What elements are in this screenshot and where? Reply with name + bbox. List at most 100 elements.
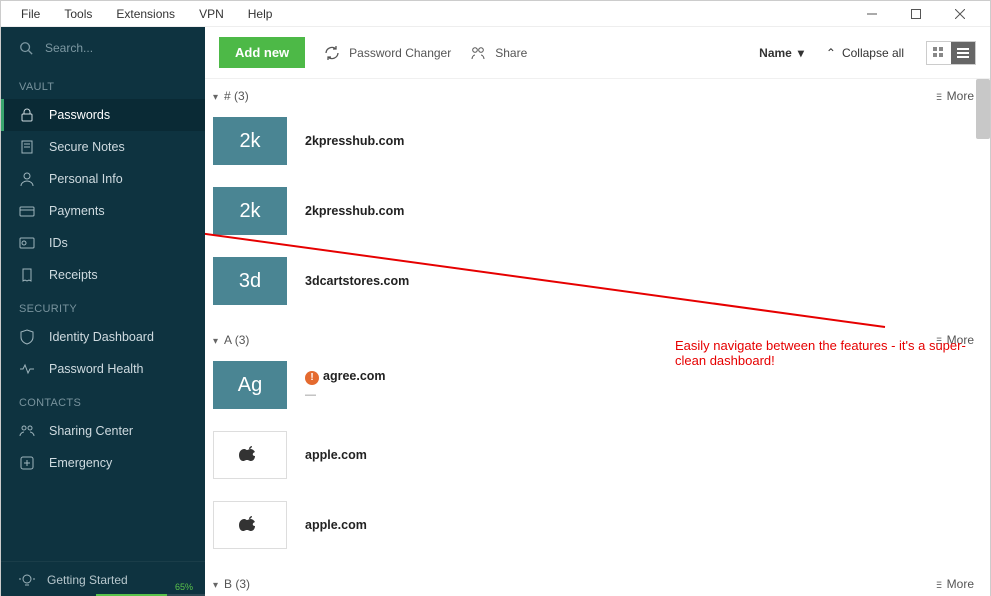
share-label: Share [495, 46, 527, 60]
sidebar-item-label: Sharing Center [49, 424, 133, 438]
card-icon [19, 203, 35, 219]
sidebar-item-label: Identity Dashboard [49, 330, 154, 344]
group-label: # (3) [224, 89, 249, 103]
sidebar-item-label: Secure Notes [49, 140, 125, 154]
id-icon [19, 235, 35, 251]
entries-list: # (3) More 2k 2kpresshub.com 2k 2kpressh… [205, 79, 990, 596]
collapse-label: Collapse all [842, 46, 904, 60]
entry-name: apple.com [305, 448, 367, 462]
menu-extensions[interactable]: Extensions [104, 3, 187, 25]
bulb-icon [19, 572, 35, 588]
group-header-b[interactable]: B (3) More [213, 571, 974, 596]
search-bar[interactable] [1, 27, 205, 69]
collapse-all-button[interactable]: ⌃ Collapse all [826, 46, 904, 60]
entry-name: 2kpresshub.com [305, 134, 404, 148]
list-item[interactable]: Ag !agree.com — [213, 357, 974, 427]
getting-started-percent: 65% [175, 582, 193, 592]
filter-icon [935, 577, 943, 591]
list-view-button[interactable] [951, 42, 975, 64]
sort-dropdown[interactable]: Name ▾ [759, 46, 804, 60]
sidebar-item-label: Emergency [49, 456, 112, 470]
filter-icon [935, 89, 943, 103]
group-header-hash[interactable]: # (3) More [213, 83, 974, 109]
entry-tile: 2k [213, 187, 287, 235]
group-more-button[interactable]: More [935, 89, 974, 103]
password-changer-button[interactable]: Password Changer [323, 44, 451, 62]
collapse-icon: ⌃ [826, 46, 836, 60]
entry-tile: Ag [213, 361, 287, 409]
entry-name: apple.com [305, 518, 367, 532]
sidebar: VAULT Passwords Secure Notes Personal In… [1, 27, 205, 596]
share-icon [469, 44, 487, 62]
search-icon [19, 41, 33, 55]
sidebar-item-label: IDs [49, 236, 68, 250]
entry-name: 2kpresshub.com [305, 204, 404, 218]
chevron-down-icon [213, 89, 220, 103]
view-toggle [926, 41, 976, 65]
sort-label: Name [759, 46, 792, 60]
plus-icon [19, 455, 35, 471]
list-item[interactable]: apple.com [213, 497, 974, 567]
menu-help[interactable]: Help [236, 3, 285, 25]
sidebar-item-emergency[interactable]: Emergency [1, 447, 205, 479]
app-menubar: File Tools Extensions VPN Help [1, 1, 990, 27]
sidebar-item-payments[interactable]: Payments [1, 195, 205, 227]
toolbar: Add new Password Changer Share Name ▾ ⌃ … [205, 27, 990, 79]
group-more-button[interactable]: More [935, 333, 974, 347]
group-more-button[interactable]: More [935, 577, 974, 591]
search-input[interactable] [45, 41, 165, 55]
shield-icon [19, 329, 35, 345]
sidebar-item-passwords[interactable]: Passwords [1, 99, 205, 131]
refresh-icon [323, 44, 341, 62]
list-item[interactable]: 2k 2kpresshub.com [213, 183, 974, 253]
share-button[interactable]: Share [469, 44, 527, 62]
section-contacts-label: CONTACTS [1, 385, 205, 415]
sidebar-item-password-health[interactable]: Password Health [1, 353, 205, 385]
sidebar-item-secure-notes[interactable]: Secure Notes [1, 131, 205, 163]
menu-file[interactable]: File [9, 3, 52, 25]
grid-view-button[interactable] [927, 42, 951, 64]
list-item[interactable]: 3d 3dcartstores.com [213, 253, 974, 323]
list-item[interactable]: apple.com [213, 427, 974, 497]
section-security-label: SECURITY [1, 291, 205, 321]
receipt-icon [19, 267, 35, 283]
filter-icon [935, 333, 943, 347]
entry-subtitle: — [305, 389, 386, 401]
sidebar-item-receipts[interactable]: Receipts [1, 259, 205, 291]
sidebar-item-label: Password Health [49, 362, 144, 376]
group-label: A (3) [224, 333, 249, 347]
window-controls [850, 1, 982, 26]
entry-tile [213, 431, 287, 479]
add-new-button[interactable]: Add new [219, 37, 305, 68]
entry-name: 3dcartstores.com [305, 274, 409, 288]
section-vault-label: VAULT [1, 69, 205, 99]
chevron-down-icon [213, 577, 220, 591]
list-item[interactable]: 2k 2kpresshub.com [213, 113, 974, 183]
close-button[interactable] [938, 1, 982, 26]
minimize-button[interactable] [850, 1, 894, 26]
maximize-button[interactable] [894, 1, 938, 26]
getting-started[interactable]: Getting Started 65% [1, 561, 205, 596]
sidebar-item-label: Receipts [49, 268, 98, 282]
person-icon [19, 171, 35, 187]
pulse-icon [19, 361, 35, 377]
people-icon [19, 423, 35, 439]
sidebar-item-label: Payments [49, 204, 105, 218]
sidebar-item-ids[interactable]: IDs [1, 227, 205, 259]
sidebar-item-sharing-center[interactable]: Sharing Center [1, 415, 205, 447]
group-header-a[interactable]: A (3) More [213, 327, 974, 353]
entry-tile: 3d [213, 257, 287, 305]
warning-icon: ! [305, 371, 319, 385]
sidebar-item-label: Personal Info [49, 172, 123, 186]
menu-vpn[interactable]: VPN [187, 3, 236, 25]
sidebar-item-identity-dashboard[interactable]: Identity Dashboard [1, 321, 205, 353]
menu-tools[interactable]: Tools [52, 3, 104, 25]
sidebar-item-personal-info[interactable]: Personal Info [1, 163, 205, 195]
entry-tile [213, 501, 287, 549]
getting-started-label: Getting Started [47, 573, 128, 587]
chevron-down-icon [213, 333, 220, 347]
sidebar-item-label: Passwords [49, 108, 110, 122]
note-icon [19, 139, 35, 155]
chevron-down-icon: ▾ [798, 46, 804, 60]
lock-icon [19, 107, 35, 123]
